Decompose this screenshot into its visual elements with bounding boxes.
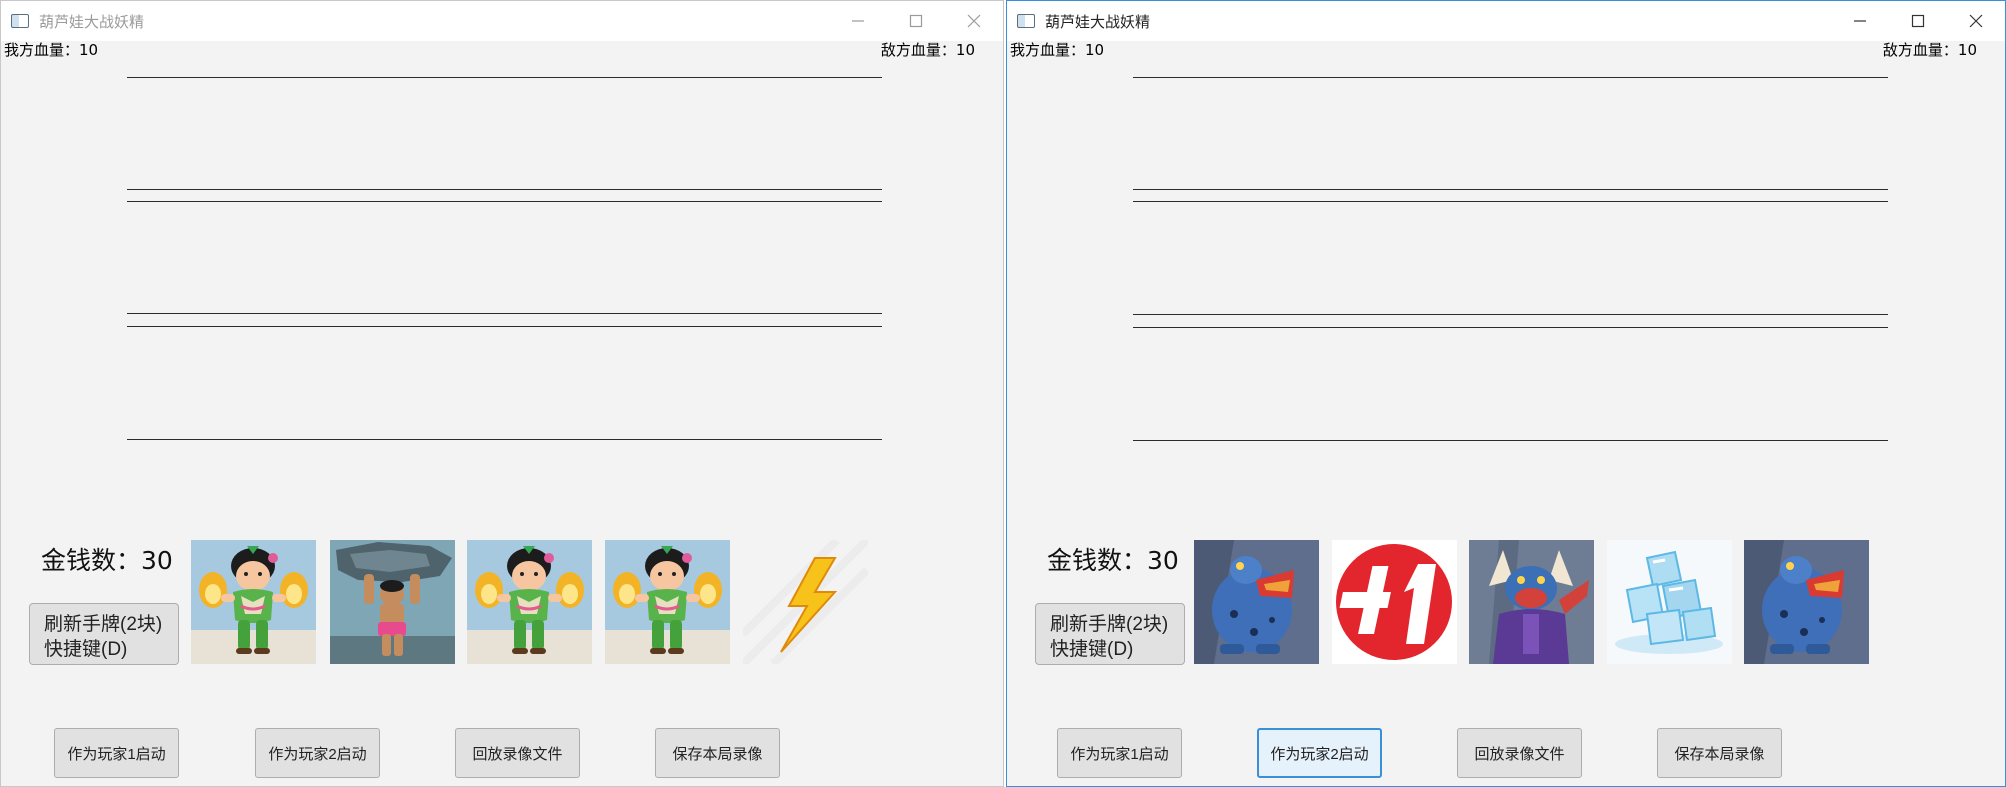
enemy-hp: 敌方血量：10: [881, 39, 975, 60]
hand-card-1[interactable]: [1194, 540, 1319, 664]
hand-card-5[interactable]: [743, 540, 868, 664]
refresh-label-line1: 刷新手牌(2块): [44, 614, 163, 635]
replay-file-button[interactable]: 回放录像文件: [1457, 728, 1582, 778]
refresh-hand-button[interactable]: 刷新手牌(2块) 快捷键(D): [1035, 603, 1185, 665]
plus-one-card-icon: [1332, 540, 1457, 664]
start-as-player2-button[interactable]: 作为玩家2启动: [1257, 728, 1382, 778]
save-replay-button[interactable]: 保存本局录像: [1657, 728, 1782, 778]
enemy-hp-value: 10: [1957, 41, 1977, 59]
lane-line: [1133, 77, 1888, 78]
window-controls: [1831, 1, 2005, 41]
maximize-icon[interactable]: [887, 1, 945, 41]
my-hp: 我方血量：10: [1010, 39, 1104, 60]
enemy-hp-label: 敌方血量：: [880, 41, 956, 59]
hand-card-1[interactable]: [191, 540, 316, 664]
refresh-hand-button[interactable]: 刷新手牌(2块) 快捷键(D): [29, 603, 179, 665]
lane-line: [127, 313, 882, 314]
window-controls: [829, 1, 1003, 41]
toad-demon-card-icon: [1194, 540, 1319, 664]
ice-cube-card-icon: [1607, 540, 1732, 664]
my-hp: 我方血量：10: [4, 39, 98, 60]
lane-line: [1133, 440, 1888, 441]
refresh-label-line2: 快捷键(D): [1050, 639, 1134, 660]
lane-line: [127, 439, 882, 440]
enemy-hp-value: 10: [955, 41, 975, 59]
title-bar[interactable]: 葫芦娃大战妖精: [1007, 1, 2005, 41]
money-label: 金钱数：: [41, 546, 142, 575]
scorpion-demon-card-icon: [1469, 540, 1594, 664]
start-as-player2-button[interactable]: 作为玩家2启动: [255, 728, 380, 778]
huluwa-card-icon: [191, 540, 316, 664]
lane-line: [1133, 201, 1888, 202]
hand-card-5[interactable]: [1744, 540, 1869, 664]
lane-line: [1133, 327, 1888, 328]
lane-line: [127, 189, 882, 190]
my-hp-value: 10: [1085, 41, 1105, 59]
hand-card-3[interactable]: [1469, 540, 1594, 664]
lane-line: [1133, 314, 1888, 315]
close-icon[interactable]: [1947, 1, 2005, 41]
lane-line: [1133, 189, 1888, 190]
app-icon: [1017, 14, 1035, 28]
enemy-hp: 敌方血量：10: [1883, 39, 1977, 60]
refresh-label-line2: 快捷键(D): [44, 639, 128, 660]
my-hp-label: 我方血量：: [4, 41, 80, 59]
hand-card-4[interactable]: [605, 540, 730, 664]
lane-line: [127, 201, 882, 202]
refresh-label-line1: 刷新手牌(2块): [1050, 614, 1169, 635]
window-title: 葫芦娃大战妖精: [39, 12, 145, 31]
hand-card-2[interactable]: [1332, 540, 1457, 664]
close-icon[interactable]: [945, 1, 1003, 41]
money-label: 金钱数：: [1047, 546, 1148, 575]
lane-line: [127, 77, 882, 78]
game-window-right: 葫芦娃大战妖精 我方血量：10 敌方血量：10 金钱数：30 刷新手牌(2块) …: [1006, 0, 2006, 787]
title-bar[interactable]: 葫芦娃大战妖精: [1, 1, 1003, 41]
start-as-player1-button[interactable]: 作为玩家1启动: [1057, 728, 1182, 778]
my-hp-value: 10: [79, 41, 99, 59]
hand-card-3[interactable]: [467, 540, 592, 664]
lane-line: [127, 326, 882, 327]
money-display: 金钱数：30: [41, 541, 173, 577]
money-value: 30: [141, 546, 173, 575]
hand-card-4[interactable]: [1607, 540, 1732, 664]
start-as-player1-button[interactable]: 作为玩家1启动: [54, 728, 179, 778]
toad-demon-card-icon: [1744, 540, 1869, 664]
my-hp-label: 我方血量：: [1010, 41, 1086, 59]
rock-brother-card-icon: [330, 540, 455, 664]
minimize-icon[interactable]: [829, 1, 887, 41]
enemy-hp-label: 敌方血量：: [1882, 41, 1958, 59]
save-replay-button[interactable]: 保存本局录像: [655, 728, 780, 778]
minimize-icon[interactable]: [1831, 1, 1889, 41]
replay-file-button[interactable]: 回放录像文件: [455, 728, 580, 778]
app-icon: [11, 14, 29, 28]
game-window-left: 葫芦娃大战妖精 我方血量：10 敌方血量：10 金钱数：30 刷新手牌(2块) …: [0, 0, 1004, 787]
hand-card-2[interactable]: [330, 540, 455, 664]
money-value: 30: [1147, 546, 1179, 575]
money-display: 金钱数：30: [1047, 541, 1179, 577]
window-title: 葫芦娃大战妖精: [1045, 12, 1151, 31]
huluwa-card-icon: [605, 540, 730, 664]
maximize-icon[interactable]: [1889, 1, 1947, 41]
huluwa-card-icon: [467, 540, 592, 664]
lightning-card-icon: [743, 540, 868, 664]
